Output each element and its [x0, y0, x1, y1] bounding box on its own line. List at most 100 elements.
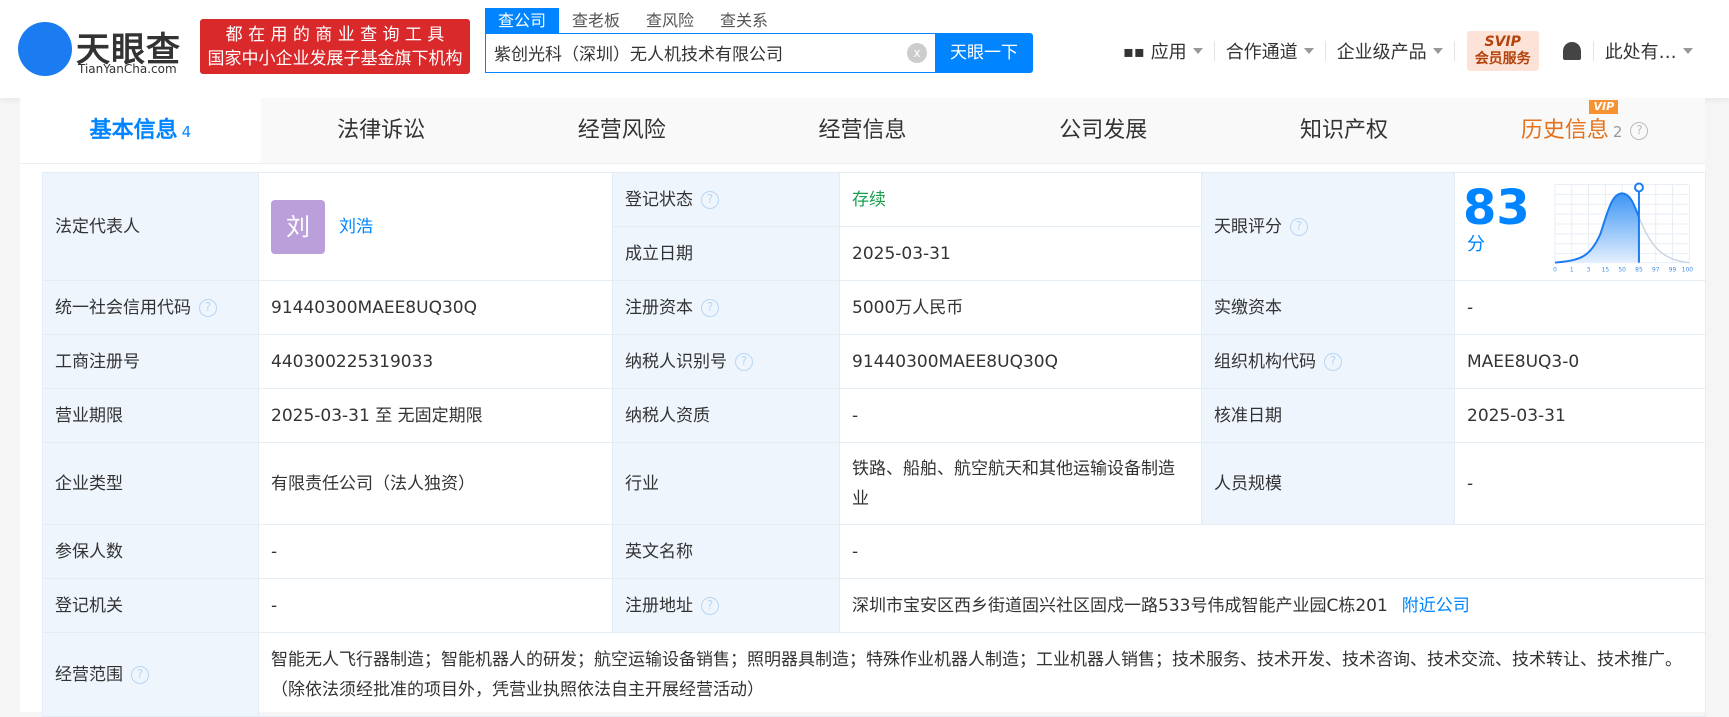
label: 工商注册号	[42, 334, 259, 389]
label: 注册地址?	[612, 578, 840, 633]
score-value: 83	[1463, 180, 1530, 236]
help-icon[interactable]: ?	[701, 298, 719, 317]
value: -	[839, 524, 1706, 579]
help-icon[interactable]: ?	[701, 190, 719, 209]
tab-ip[interactable]: 知识产权	[1224, 98, 1465, 163]
value: 有限责任公司（法人独资）	[258, 442, 613, 525]
search-tab-relation[interactable]: 查关系	[707, 8, 781, 34]
search-button[interactable]: 天眼一下	[935, 33, 1033, 73]
svip-button[interactable]: SVIP 会员服务	[1466, 31, 1539, 71]
value: -	[1454, 442, 1706, 525]
label-text: 注册资本	[625, 297, 693, 318]
label: 人员规模	[1201, 442, 1455, 525]
tab-label: 历史信息	[1520, 118, 1609, 143]
user-name: 此处有…	[1604, 42, 1677, 63]
score-marker-icon	[1633, 182, 1644, 192]
label: 法定代表人	[42, 172, 259, 281]
tab-history[interactable]: VIP 历史信息 2?	[1464, 98, 1705, 163]
table-row: 企业类型 有限责任公司（法人独资） 行业 铁路、船舶、航空航天和其他运输设备制造…	[42, 442, 1706, 525]
table-row: 登记机关 - 注册地址? 深圳市宝安区西乡街道固兴社区固戍一路533号伟成智能产…	[42, 578, 1706, 633]
value: 440300225319033	[258, 334, 613, 389]
label: 天眼评分?	[1201, 172, 1455, 281]
value: 91440300MAEE8UQ30Q	[839, 334, 1202, 389]
logo-icon	[18, 22, 72, 76]
label-text: 统一社会信用代码	[55, 297, 191, 318]
label: 组织机构代码?	[1201, 334, 1455, 389]
tick-label: 97	[1652, 267, 1660, 273]
label-text: 经营范围	[55, 664, 123, 685]
help-icon[interactable]: ?	[735, 352, 753, 371]
help-icon[interactable]: ?	[701, 596, 719, 615]
nav-label: 应用	[1150, 42, 1187, 63]
tab-risk[interactable]: 经营风险	[501, 98, 742, 163]
user-menu[interactable]: 此处有…	[1592, 41, 1704, 63]
caret-down-icon	[1303, 48, 1314, 54]
table-row: 统一社会信用代码? 91440300MAEE8UQ30Q 注册资本? 5000万…	[42, 280, 1706, 335]
value: 铁路、船舶、航空航天和其他运输设备制造业	[839, 442, 1202, 525]
section-tabs: 基本信息 4 法律诉讼 经营风险 经营信息 公司发展 知识产权 VIP 历史信息 2?	[20, 98, 1705, 164]
value: -	[1454, 280, 1706, 335]
search-input[interactable]	[486, 34, 886, 71]
label: 实缴资本	[1201, 280, 1455, 335]
tab-count: 4	[181, 123, 192, 141]
table-row: 法定代表人 刘刘浩 登记状态? 存续 天眼评分? 83分 0 1 3 15 50…	[42, 172, 1706, 281]
grid-icon: ▪▪	[1123, 41, 1145, 61]
nav-apps[interactable]: ▪▪ 应用	[1112, 41, 1215, 63]
slogan-banner[interactable]: 都 在 用 的 商 业 查 询 工 具国家中小企业发展子基金旗下机构	[200, 19, 470, 74]
table-row: 参保人数 - 英文名称 -	[42, 524, 1706, 579]
legal-rep-link[interactable]: 刘浩	[339, 217, 373, 237]
nav-label: 企业级产品	[1336, 42, 1427, 63]
tab-operation[interactable]: 经营信息	[742, 98, 983, 163]
clear-icon[interactable]: x	[907, 43, 927, 63]
label: 纳税人识别号?	[612, 334, 840, 389]
help-icon[interactable]: ?	[1324, 352, 1342, 371]
label-text: 组织机构代码	[1214, 351, 1316, 372]
value: 5000万人民币	[839, 280, 1202, 335]
svip-label: SVIP	[1484, 34, 1521, 50]
label-text: 登记状态	[625, 189, 693, 210]
label: 登记状态?	[612, 172, 840, 227]
label-text: 注册地址	[625, 595, 693, 616]
tab-label: 基本信息	[89, 118, 178, 143]
tick-label: 85	[1635, 267, 1643, 273]
search-tab-risk[interactable]: 查风险	[633, 8, 707, 34]
legal-rep-cell: 刘刘浩	[258, 172, 613, 281]
search-tab-company[interactable]: 查公司	[485, 8, 560, 34]
label: 成立日期	[612, 226, 840, 281]
status-value: 存续	[839, 172, 1202, 227]
label-text: 纳税人识别号	[625, 351, 727, 372]
help-icon[interactable]: ?	[1630, 122, 1649, 140]
caret-down-icon	[1682, 48, 1693, 54]
basic-info-table: 法定代表人 刘刘浩 登记状态? 存续 天眼评分? 83分 0 1 3 15 50…	[42, 172, 1706, 717]
slogan-line: 国家中小企业发展子基金旗下机构	[207, 49, 463, 69]
tick-label: 15	[1601, 267, 1609, 273]
tab-basic-info[interactable]: 基本信息 4	[20, 98, 261, 163]
avatar: 刘	[271, 199, 325, 254]
label: 登记机关	[42, 578, 259, 633]
nav-cooperation[interactable]: 合作通道	[1215, 41, 1326, 63]
value: -	[258, 524, 613, 579]
tick-label: 99	[1669, 267, 1677, 273]
tick-label: 100	[1681, 267, 1693, 273]
tab-legal[interactable]: 法律诉讼	[261, 98, 502, 163]
tab-development[interactable]: 公司发展	[983, 98, 1224, 163]
nav-enterprise[interactable]: 企业级产品	[1326, 41, 1455, 63]
help-icon[interactable]: ?	[131, 665, 149, 684]
bell-icon[interactable]	[1562, 42, 1581, 60]
help-icon[interactable]: ?	[1290, 217, 1308, 236]
basic-info-panel: 法定代表人 刘刘浩 登记状态? 存续 天眼评分? 83分 0 1 3 15 50…	[20, 164, 1706, 717]
score-cell[interactable]: 83分 0 1 3 15 50 85 97 99 100	[1454, 172, 1706, 281]
label-text: 天眼评分	[1214, 216, 1282, 237]
label: 核准日期	[1201, 388, 1455, 443]
logo[interactable]: 天眼查 TianYanCha.com	[18, 22, 198, 76]
help-icon[interactable]: ?	[199, 298, 217, 317]
address-value: 深圳市宝安区西乡街道固兴社区固戍一路533号伟成智能产业园C栋201	[852, 595, 1388, 616]
search-tab-boss[interactable]: 查老板	[559, 8, 633, 34]
value: 2025-03-31	[839, 226, 1202, 281]
value: -	[258, 578, 613, 633]
value: MAEE8UQ3-0	[1454, 334, 1706, 389]
nearby-companies-link[interactable]: 附近公司	[1402, 596, 1470, 616]
tick-label: 50	[1618, 267, 1626, 273]
label: 英文名称	[612, 524, 840, 579]
table-row: 营业期限 2025-03-31 至 无固定期限 纳税人资质 - 核准日期 202…	[42, 388, 1706, 443]
